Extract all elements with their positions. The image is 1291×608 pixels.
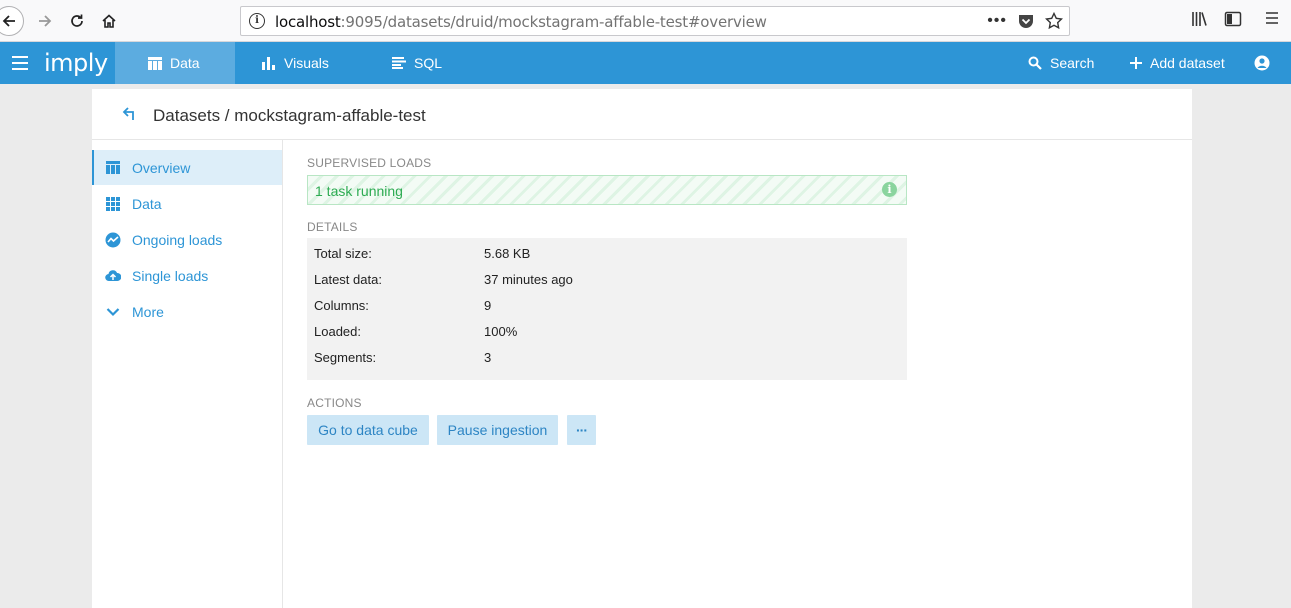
arrow-right-icon xyxy=(39,15,52,27)
add-dataset-label: Add dataset xyxy=(1150,55,1225,71)
sidebar-item-data[interactable]: Data xyxy=(92,186,282,221)
sidebar-item-more[interactable]: More xyxy=(92,294,282,329)
sidebar-item-label: Ongoing loads xyxy=(132,231,223,248)
details-table: Total size: 5.68 KB Latest data: 37 minu… xyxy=(307,238,907,380)
supervised-loads-heading: SUPERVISED LOADS xyxy=(307,156,432,170)
url-path: :9095/datasets/druid/mockstagram-affable… xyxy=(340,13,767,31)
imply-logo[interactable]: imply xyxy=(44,49,108,77)
pocket-icon[interactable] xyxy=(1017,12,1035,30)
sidebar-item-label: Overview xyxy=(132,159,191,176)
hamburger-menu-icon xyxy=(1266,12,1278,24)
tab-sql[interactable]: SQL xyxy=(392,42,442,84)
more-actions-button[interactable]: ··· xyxy=(567,415,596,445)
info-icon[interactable]: i xyxy=(249,13,265,29)
sidebar-item-single-loads[interactable]: Single loads xyxy=(92,258,282,293)
menu-button[interactable] xyxy=(1264,10,1280,26)
detail-key: Loaded: xyxy=(314,324,361,339)
browser-reload-button[interactable] xyxy=(64,8,90,34)
browser-forward-button[interactable] xyxy=(32,8,58,34)
detail-key: Total size: xyxy=(314,246,372,261)
sidebar-item-label: Single loads xyxy=(132,267,209,284)
app-header: imply Data Visuals SQL Search Add datase… xyxy=(0,42,1291,84)
pulse-icon xyxy=(105,232,121,248)
sidebar-item-label: More xyxy=(132,303,164,320)
breadcrumb: Datasets / mockstagram-affable-test xyxy=(153,106,426,125)
chevron-down-icon xyxy=(105,304,121,320)
tab-visuals[interactable]: Visuals xyxy=(262,42,329,84)
sidebar-item-label: Data xyxy=(132,195,162,212)
arrow-left-icon xyxy=(2,15,15,27)
details-heading: DETAILS xyxy=(307,220,358,234)
plus-icon xyxy=(1130,57,1142,69)
detail-key: Latest data: xyxy=(314,272,382,287)
browser-home-button[interactable] xyxy=(96,8,122,34)
detail-value: 9 xyxy=(484,298,492,313)
sidebar-toggle-button[interactable] xyxy=(1224,10,1242,28)
url-bar[interactable]: i localhost:9095/datasets/druid/mockstag… xyxy=(240,6,1070,36)
table-icon xyxy=(105,160,121,176)
detail-key: Segments: xyxy=(314,350,377,365)
supervised-status-bar: 1 task running i xyxy=(307,175,907,205)
go-to-data-cube-button[interactable]: Go to data cube xyxy=(307,415,429,445)
sidebar-item-overview[interactable]: Overview xyxy=(92,150,282,185)
home-icon xyxy=(102,14,116,28)
library-icon xyxy=(1192,12,1207,26)
library-button[interactable] xyxy=(1190,10,1208,28)
browser-toolbar: i localhost:9095/datasets/druid/mockstag… xyxy=(0,0,1291,42)
back-arrow-icon[interactable] xyxy=(122,106,138,127)
cloud-upload-icon xyxy=(105,268,121,284)
reload-icon xyxy=(71,14,83,27)
bar-chart-icon xyxy=(262,57,275,70)
info-icon[interactable]: i xyxy=(882,182,897,197)
detail-key: Columns: xyxy=(314,298,369,313)
panel-header: Datasets / mockstagram-affable-test xyxy=(92,89,1192,140)
task-status-text: 1 task running xyxy=(315,183,403,199)
table-icon xyxy=(148,56,162,70)
url-actions: ••• xyxy=(987,11,1063,31)
sidebar-icon xyxy=(1224,11,1242,27)
tab-data-label: Data xyxy=(170,55,200,71)
dataset-sidebar: Overview Data Ongoing loads Single loads… xyxy=(92,140,283,608)
tab-data[interactable]: Data xyxy=(115,42,235,84)
search-icon xyxy=(1028,56,1042,70)
user-menu-button[interactable] xyxy=(1254,42,1270,84)
page-actions-icon[interactable]: ••• xyxy=(987,11,1007,31)
grid-icon xyxy=(105,196,121,212)
dataset-panel: Datasets / mockstagram-affable-test Over… xyxy=(92,89,1192,608)
pause-ingestion-button[interactable]: Pause ingestion xyxy=(437,415,558,445)
app-menu-icon[interactable] xyxy=(12,56,28,70)
tab-visuals-label: Visuals xyxy=(284,55,329,71)
url-text: localhost:9095/datasets/druid/mockstagra… xyxy=(275,13,767,31)
tab-sql-label: SQL xyxy=(414,55,443,71)
sidebar-item-ongoing-loads[interactable]: Ongoing loads xyxy=(92,222,282,257)
detail-value: 37 minutes ago xyxy=(484,272,573,287)
search-label: Search xyxy=(1050,55,1095,71)
add-dataset-button[interactable]: Add dataset xyxy=(1130,42,1225,84)
url-host: localhost xyxy=(275,13,341,31)
detail-value: 5.68 KB xyxy=(484,246,531,261)
actions-heading: ACTIONS xyxy=(307,396,362,410)
user-avatar-icon xyxy=(1254,55,1270,71)
sql-icon xyxy=(392,57,406,69)
search-button[interactable]: Search xyxy=(1028,42,1094,84)
bookmark-star-icon[interactable] xyxy=(1045,12,1063,30)
detail-value: 3 xyxy=(484,350,492,365)
browser-back-button[interactable] xyxy=(0,6,24,36)
detail-value: 100% xyxy=(484,324,518,339)
